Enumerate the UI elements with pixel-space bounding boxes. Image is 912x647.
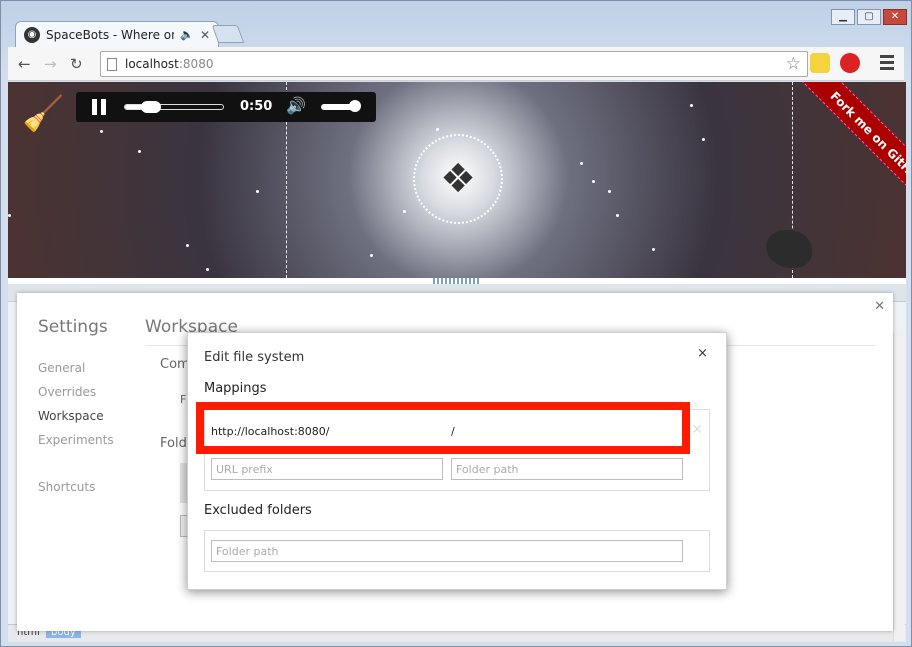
cube-logo-icon: ❖	[440, 156, 476, 202]
volume-slider[interactable]	[321, 100, 361, 112]
mapping-folder-path: /	[451, 425, 455, 438]
mappings-list: http://localhost:8080/ / ✕	[204, 409, 710, 491]
url-host: localhost	[125, 57, 179, 71]
remove-mapping-icon[interactable]: ✕	[691, 422, 703, 438]
page-icon	[107, 57, 117, 71]
globe-icon: ◉	[24, 26, 40, 43]
settings-nav: General Overrides Workspace Experiments …	[38, 361, 114, 504]
url-port: :8080	[178, 57, 214, 71]
pause-icon[interactable]	[92, 99, 106, 115]
star	[580, 162, 583, 165]
mobile-extension-icon[interactable]	[810, 53, 830, 73]
star	[616, 214, 619, 217]
star	[206, 268, 209, 271]
minimize-button[interactable]: ▁	[831, 9, 855, 25]
mapping-url-prefix: http://localhost:8080/	[211, 425, 330, 438]
star	[186, 244, 189, 247]
star	[403, 210, 406, 213]
bookmark-star-icon[interactable]: ☆	[786, 54, 801, 74]
volume-icon[interactable]: 🔊	[286, 96, 306, 115]
new-tab-button[interactable]	[211, 25, 245, 43]
scrollbar[interactable]	[893, 333, 905, 641]
star	[256, 190, 259, 193]
star	[690, 104, 693, 107]
section-common-item: F	[180, 393, 187, 406]
seek-bar[interactable]	[124, 101, 224, 113]
asteroid	[766, 230, 812, 268]
nav-item-experiments[interactable]: Experiments	[38, 433, 114, 457]
excluded-folders-heading: Excluded folders	[204, 503, 312, 518]
star	[138, 150, 141, 153]
browser-toolbar: ← → ↻ localhost :8080 ☆	[8, 47, 904, 81]
excluded-folder-path-input[interactable]	[211, 540, 683, 562]
star	[100, 130, 103, 133]
nav-item-general[interactable]: General	[38, 361, 114, 385]
close-window-button[interactable]: ✕	[883, 9, 907, 25]
nav-item-workspace[interactable]: Workspace	[38, 409, 114, 433]
star	[370, 254, 373, 257]
title-bar: ◉ SpaceBots - Where on 🔈 ✕ ▁ ▢ ✕	[1, 1, 911, 47]
player-time: 0:50	[240, 99, 273, 114]
tab-title: SpaceBots - Where on	[46, 27, 175, 42]
broom-icon[interactable]: 🧹	[22, 94, 64, 134]
adblock-icon[interactable]	[840, 53, 860, 73]
star	[652, 248, 655, 251]
speaker-icon: 🔈	[180, 28, 194, 41]
menu-icon[interactable]	[880, 55, 894, 73]
star	[608, 190, 611, 193]
seek-handle[interactable]	[141, 101, 161, 113]
audio-player: 0:50 🔊	[76, 92, 376, 122]
tab-close-icon[interactable]: ✕	[200, 28, 210, 42]
dialog-title: Edit file system	[204, 350, 305, 365]
settings-title: Settings	[38, 317, 108, 337]
mapping-row[interactable]: http://localhost:8080/ / ✕	[205, 410, 709, 454]
star	[592, 180, 595, 183]
star	[436, 128, 439, 131]
folder-path-input[interactable]	[451, 458, 683, 480]
game-canvas[interactable]: 🧹 0:50 🔊 ❖ Fork me on GitHub	[8, 82, 906, 278]
back-icon[interactable]: ←	[18, 55, 31, 73]
dialog-close-icon[interactable]: ×	[697, 346, 708, 361]
section-folders: Fold	[160, 436, 187, 451]
browser-tab[interactable]: ◉ SpaceBots - Where on 🔈 ✕	[15, 21, 219, 47]
maximize-button[interactable]: ▢	[857, 9, 881, 25]
address-bar[interactable]: localhost :8080 ☆	[100, 51, 808, 77]
settings-close-icon[interactable]: ✕	[874, 299, 885, 314]
nav-item-overrides[interactable]: Overrides	[38, 385, 114, 409]
section-common: Com	[160, 357, 190, 372]
nav-item-shortcuts[interactable]: Shortcuts	[38, 480, 114, 504]
star	[8, 214, 11, 217]
star	[702, 138, 705, 141]
volume-handle[interactable]	[349, 100, 361, 112]
excluded-folders-list	[204, 530, 710, 572]
fork-ribbon-link[interactable]: Fork me on GitHub	[790, 82, 906, 226]
reload-icon[interactable]: ↻	[70, 55, 83, 73]
url-prefix-input[interactable]	[211, 458, 443, 480]
forward-icon[interactable]: →	[44, 55, 57, 73]
mappings-heading: Mappings	[204, 381, 267, 396]
edit-file-system-dialog: Edit file system × Mappings http://local…	[187, 332, 727, 590]
